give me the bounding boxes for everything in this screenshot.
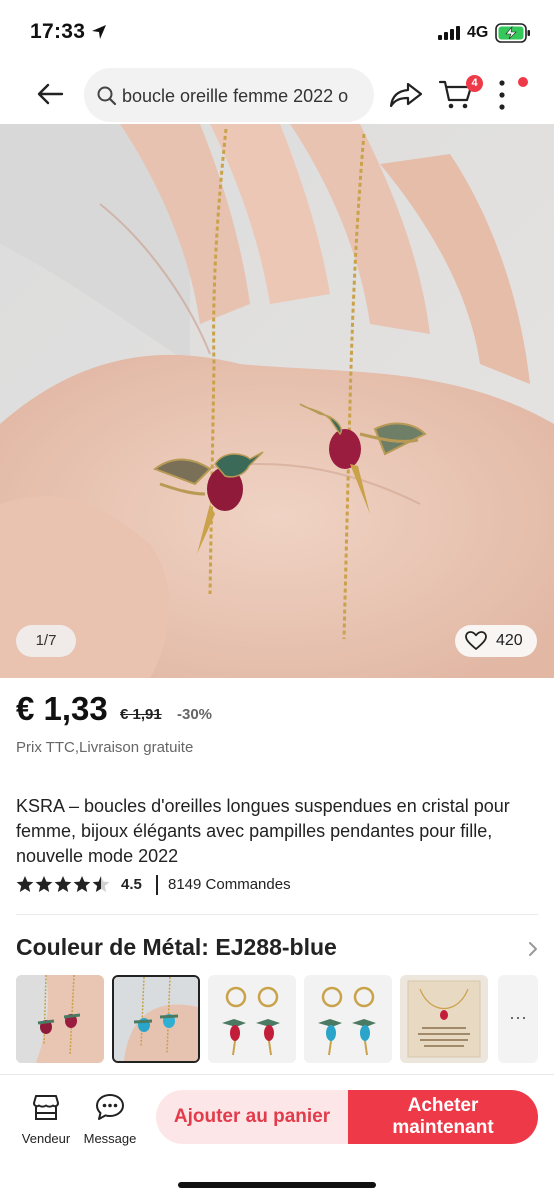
- variant-option-blue[interactable]: [112, 975, 200, 1063]
- original-price: € 1,91: [120, 706, 162, 723]
- order-count: 8149 Commandes: [168, 876, 291, 893]
- rating-row[interactable]: 4.5 8149 Commandes: [16, 873, 536, 897]
- store-button[interactable]: Vendeur: [16, 1089, 76, 1149]
- search-input[interactable]: boucle oreille femme 2022 o: [84, 68, 374, 122]
- variant-thumbnail: [114, 977, 198, 1061]
- price-note: Prix TTC,Livraison gratuite: [16, 739, 194, 756]
- product-title: KSRA – boucles d'oreilles longues suspen…: [16, 796, 510, 866]
- buy-now-label-line1: Acheter: [407, 1095, 479, 1116]
- variant-option-red-chain[interactable]: [16, 975, 104, 1063]
- status-bar: 17:33 4G: [0, 0, 554, 64]
- variant-title[interactable]: Couleur de Métal: EJ288-blue: [16, 934, 337, 961]
- chat-bubble-icon: [96, 1094, 124, 1120]
- more-variants-button[interactable]: ···: [498, 975, 538, 1063]
- notification-dot: [518, 77, 528, 87]
- variant-thumbnail: [400, 975, 488, 1063]
- buy-now-button[interactable]: Acheter maintenant: [348, 1090, 538, 1144]
- current-price: € 1,33: [16, 690, 108, 727]
- status-time: 17:33: [30, 20, 86, 43]
- location-arrow-icon: [92, 25, 106, 39]
- search-query: boucle oreille femme 2022 o: [122, 86, 349, 106]
- product-image[interactable]: 1/7 420: [0, 124, 554, 678]
- signal-bars-icon: [438, 26, 460, 40]
- battery-charging-icon: [495, 23, 530, 43]
- star-rating-icon: [16, 876, 110, 892]
- variant-thumbnail: [304, 975, 392, 1063]
- section-divider: [16, 914, 538, 915]
- share-icon[interactable]: [388, 78, 424, 110]
- add-to-cart-button[interactable]: Ajouter au panier: [156, 1090, 348, 1144]
- back-arrow-icon[interactable]: [34, 78, 66, 110]
- bottom-action-bar: Vendeur Message Ajouter au panier Achete…: [0, 1075, 554, 1200]
- image-counter: 1/7: [16, 625, 76, 657]
- store-icon: [33, 1095, 59, 1120]
- variant-option-hoop-blue[interactable]: [304, 975, 392, 1063]
- more-options-icon[interactable]: [494, 78, 510, 112]
- price-row: € 1,33 € 1,91 -30%: [16, 690, 536, 734]
- rating-value: 4.5: [121, 876, 142, 893]
- buy-now-label-line2: maintenant: [392, 1117, 494, 1138]
- search-icon: [97, 86, 117, 106]
- chevron-right-icon[interactable]: [526, 940, 540, 958]
- variant-thumbnail: [208, 975, 296, 1063]
- heart-icon: [465, 631, 487, 650]
- divider: [156, 875, 158, 895]
- cart-count-badge: 4: [466, 75, 483, 92]
- message-button[interactable]: Message: [80, 1089, 140, 1149]
- product-photo: [0, 124, 554, 678]
- message-label: Message: [83, 1131, 137, 1146]
- store-label: Vendeur: [21, 1131, 71, 1146]
- network-type: 4G: [467, 24, 489, 41]
- variant-option-hoop-red[interactable]: [208, 975, 296, 1063]
- nav-bar: boucle oreille femme 2022 o 4: [0, 64, 554, 124]
- wishlist-button[interactable]: 420: [455, 625, 537, 657]
- variant-option-card[interactable]: [400, 975, 488, 1063]
- variant-thumbnail: [16, 975, 104, 1063]
- like-count: 420: [496, 632, 523, 649]
- discount-badge: -30%: [177, 706, 213, 723]
- variant-options: ···: [16, 975, 554, 1065]
- home-indicator[interactable]: [178, 1182, 376, 1188]
